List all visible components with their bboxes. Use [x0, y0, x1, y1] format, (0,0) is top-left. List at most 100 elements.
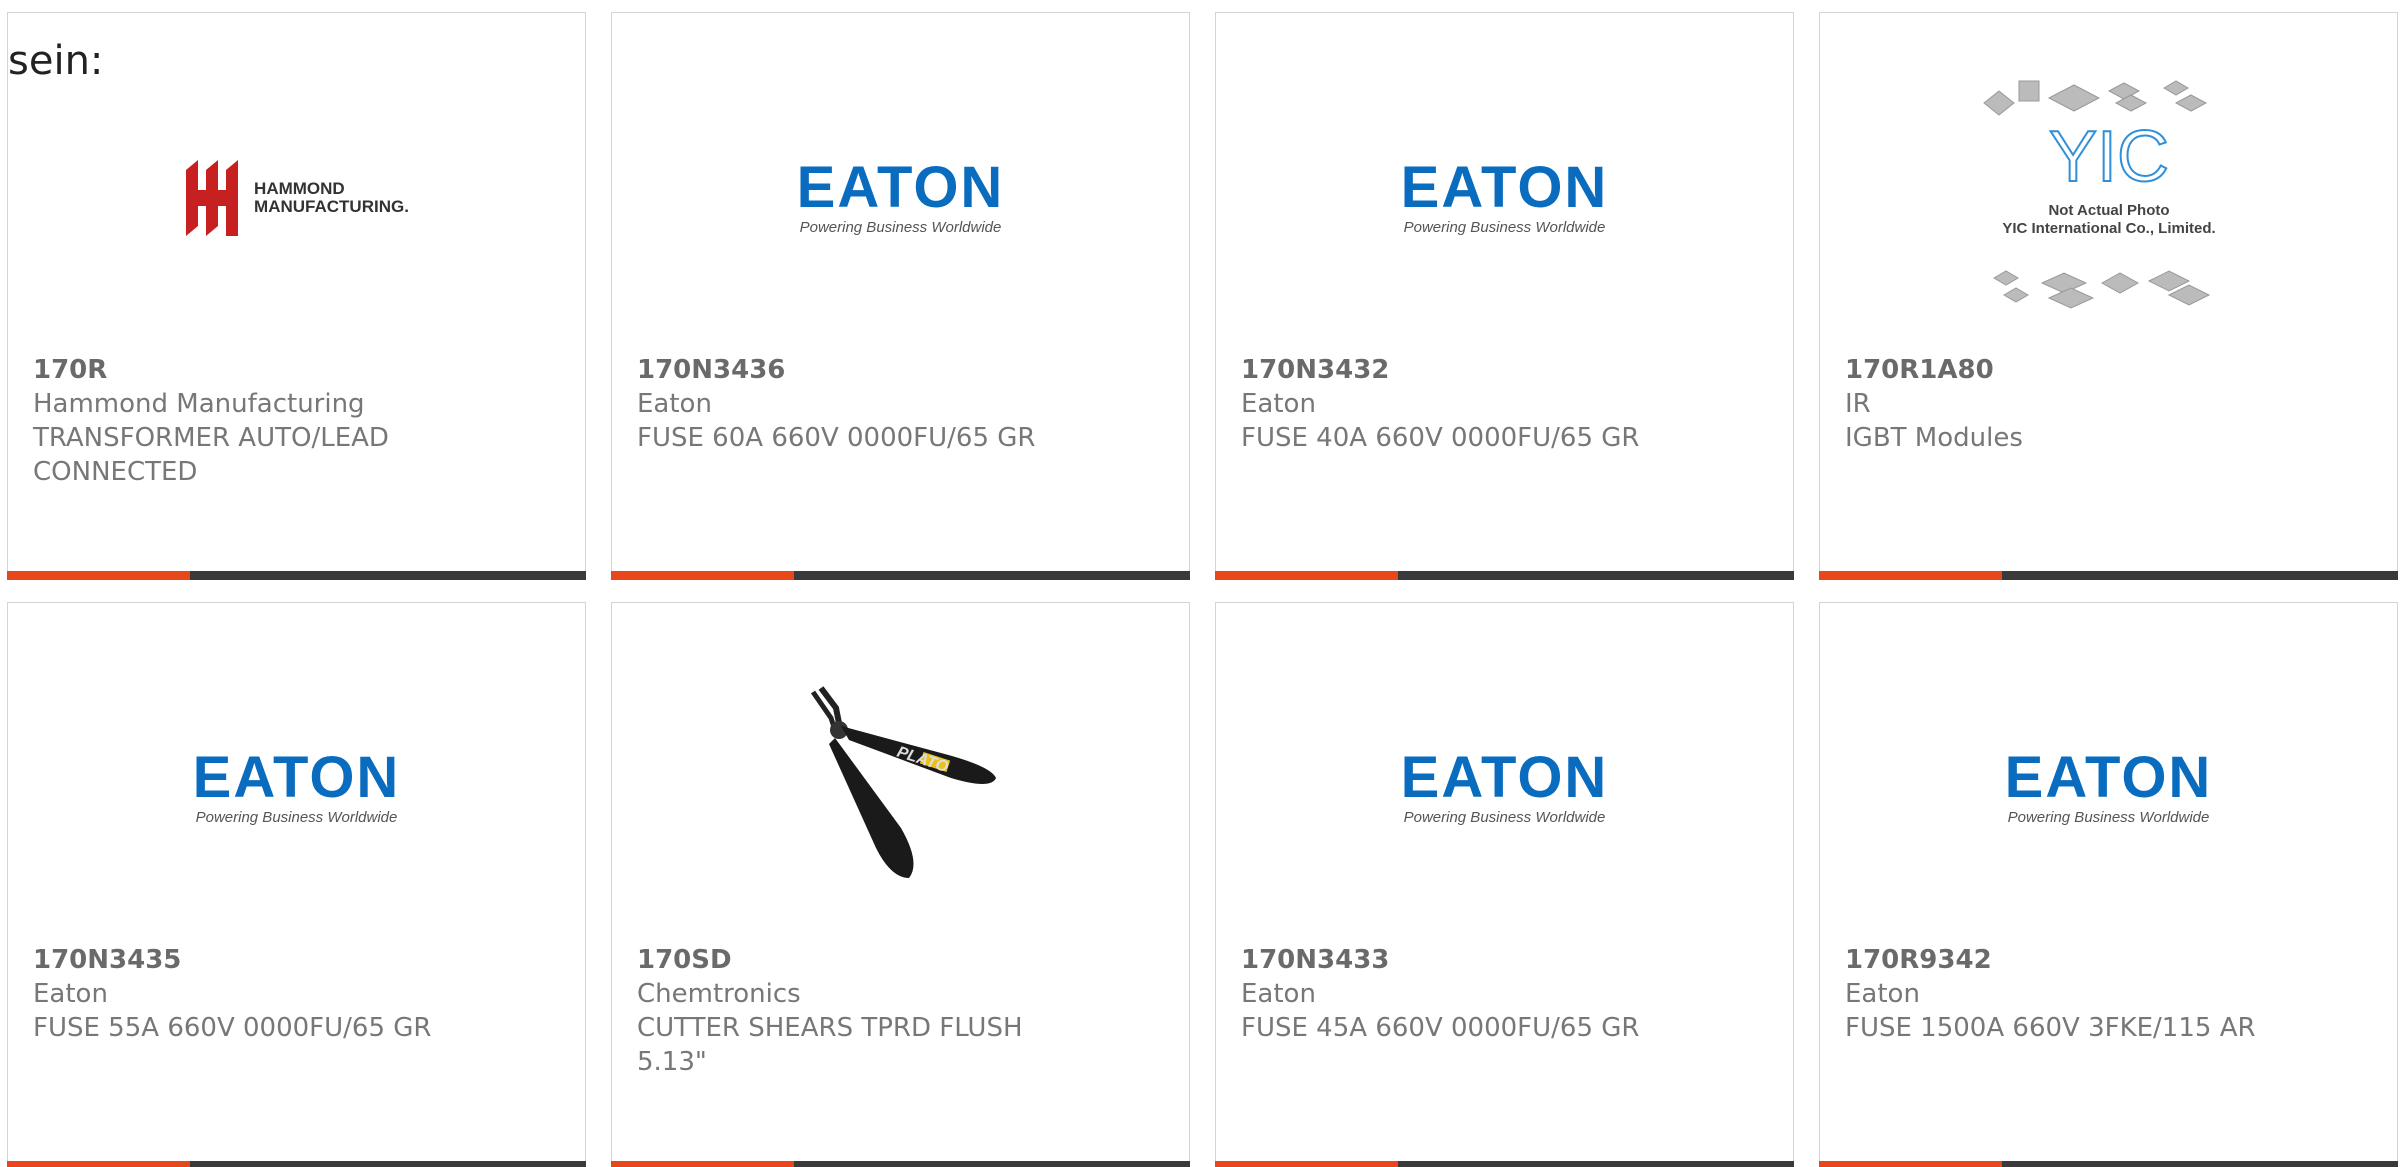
hammond-line2: MANUFACTURING. — [254, 197, 409, 216]
product-card[interactable]: YIC Not Actual Photo YIC International C… — [1819, 12, 2398, 580]
description: FUSE 1500A 660V 3FKE/115 AR — [1845, 1013, 2256, 1043]
description: CUTTER SHEARS TPRD FLUSH 5.13" — [637, 1013, 1023, 1077]
eaton-wordmark: EATON — [2004, 745, 2213, 810]
product-info: 170R9342 Eaton FUSE 1500A 660V 3FKE/115 … — [1845, 943, 2265, 1045]
manufacturer: Eaton — [1845, 979, 1920, 1009]
cutter-shears-image: PLATO — [810, 686, 996, 878]
product-card[interactable]: EATON Powering Business Worldwide 170N34… — [611, 12, 1190, 580]
product-card[interactable]: EATON Powering Business Worldwide 170N34… — [1215, 602, 1794, 1167]
part-number[interactable]: 170N3436 — [637, 353, 1057, 387]
manufacturer: IR — [1845, 389, 1871, 419]
card-bottom-bar — [611, 1161, 1190, 1167]
eaton-tagline: Powering Business Worldwide — [2007, 809, 2210, 826]
part-number[interactable]: 170SD — [637, 943, 1057, 977]
yic-line1: Not Actual Photo — [2048, 202, 2169, 219]
description: TRANSFORMER AUTO/LEAD CONNECTED — [33, 423, 389, 487]
eaton-tagline: Powering Business Worldwide — [1403, 219, 1606, 236]
product-info: 170R1A80 IR IGBT Modules — [1845, 353, 2265, 455]
eaton-logo: EATON Powering Business Worldwide — [1400, 159, 1610, 237]
chip-icon — [2100, 272, 2139, 294]
chip-icon — [2047, 84, 2100, 112]
product-image[interactable]: EATON Powering Business Worldwide — [8, 663, 585, 913]
part-number[interactable]: 170N3435 — [33, 943, 453, 977]
product-card[interactable]: EATON Powering Business Worldwide 170N34… — [1215, 12, 1794, 580]
yic-placeholder-image: YIC Not Actual Photo YIC International C… — [1982, 80, 2215, 309]
card-accent-bar — [611, 571, 794, 580]
eaton-wordmark: EATON — [192, 745, 401, 810]
card-accent-bar — [7, 1161, 190, 1167]
product-image[interactable]: YIC Not Actual Photo YIC International C… — [1820, 73, 2397, 323]
card-bottom-bar — [7, 571, 586, 580]
description: FUSE 55A 660V 0000FU/65 GR — [33, 1013, 432, 1043]
chip-icon — [2002, 287, 2029, 303]
card-accent-bar — [7, 571, 190, 580]
product-card[interactable]: EATON Powering Business Worldwide 170N34… — [7, 602, 586, 1167]
eaton-wordmark: EATON — [1400, 155, 1609, 220]
eaton-tagline: Powering Business Worldwide — [195, 809, 398, 826]
card-bottom-bar — [7, 1161, 586, 1167]
product-info: 170N3432 Eaton FUSE 40A 660V 0000FU/65 G… — [1241, 353, 1661, 455]
manufacturer: Eaton — [1241, 979, 1316, 1009]
card-accent-bar — [1215, 571, 1398, 580]
card-accent-bar — [611, 1161, 794, 1167]
manufacturer: Eaton — [1241, 389, 1316, 419]
part-number[interactable]: 170R1A80 — [1845, 353, 2265, 387]
manufacturer: Chemtronics — [637, 979, 801, 1009]
cutter-shears-icon — [810, 686, 996, 878]
chip-icon — [1992, 270, 2019, 286]
yic-line2: YIC International Co., Limited. — [2002, 220, 2215, 237]
card-accent-bar — [1819, 1161, 2002, 1167]
product-image[interactable]: EATON Powering Business Worldwide — [1820, 663, 2397, 913]
card-accent-bar — [1819, 571, 2002, 580]
product-image[interactable]: EATON Powering Business Worldwide — [612, 73, 1189, 323]
eaton-tagline: Powering Business Worldwide — [799, 219, 1002, 236]
hammond-line1: HAMMOND — [254, 179, 345, 198]
hammond-logo: HAMMOND MANUFACTURING. — [184, 160, 409, 236]
manufacturer: Eaton — [637, 389, 712, 419]
description: FUSE 40A 660V 0000FU/65 GR — [1241, 423, 1640, 453]
product-info: 170N3435 Eaton FUSE 55A 660V 0000FU/65 G… — [33, 943, 453, 1045]
card-bottom-bar — [1819, 1161, 2398, 1167]
product-info: 170R Hammond Manufacturing TRANSFORMER A… — [33, 353, 453, 489]
chip-icon — [1982, 90, 2015, 116]
part-number[interactable]: 170N3432 — [1241, 353, 1661, 387]
product-info: 170N3433 Eaton FUSE 45A 660V 0000FU/65 G… — [1241, 943, 1661, 1045]
part-number[interactable]: 170R9342 — [1845, 943, 2265, 977]
eaton-wordmark: EATON — [796, 155, 1005, 220]
manufacturer: Eaton — [33, 979, 108, 1009]
product-image[interactable]: HAMMOND MANUFACTURING. — [8, 73, 585, 323]
yic-mark: YIC — [2048, 117, 2168, 197]
product-image[interactable]: EATON Powering Business Worldwide — [1216, 663, 1793, 913]
product-card[interactable]: EATON Powering Business Worldwide 170R93… — [1819, 602, 2398, 1167]
card-bottom-bar — [1215, 571, 1794, 580]
chip-icon — [2162, 80, 2189, 96]
eaton-logo: EATON Powering Business Worldwide — [1400, 749, 1610, 827]
card-accent-bar — [1215, 1161, 1398, 1167]
intro-text: sein: — [8, 38, 104, 84]
product-grid: HAMMOND MANUFACTURING. 170R Hammond Manu… — [7, 12, 2400, 1167]
manufacturer: Hammond Manufacturing — [33, 389, 365, 419]
chip-icon — [2174, 94, 2207, 112]
chip-icon — [2047, 287, 2094, 309]
product-grid-page: sein: HAMMOND MANUFACTURING. 170R Hammon… — [0, 0, 2400, 1167]
description: IGBT Modules — [1845, 423, 2023, 453]
eaton-logo: EATON Powering Business Worldwide — [192, 749, 402, 827]
product-image[interactable]: EATON Powering Business Worldwide — [1216, 73, 1793, 323]
product-card[interactable]: HAMMOND MANUFACTURING. 170R Hammond Manu… — [7, 12, 586, 580]
chip-icon — [2018, 80, 2039, 102]
eaton-wordmark: EATON — [1400, 745, 1609, 810]
product-image[interactable]: PLATO — [612, 663, 1189, 913]
hammond-mark-icon — [186, 160, 239, 236]
product-info: 170SD Chemtronics CUTTER SHEARS TPRD FLU… — [637, 943, 1057, 1079]
part-number[interactable]: 170N3433 — [1241, 943, 1661, 977]
chip-icon — [2040, 272, 2087, 294]
eaton-logo: EATON Powering Business Worldwide — [2004, 749, 2214, 827]
product-card[interactable]: PLATO 170SD Chemtronics CUTTER SHEARS TP… — [611, 602, 1190, 1167]
description: FUSE 60A 660V 0000FU/65 GR — [637, 423, 1036, 453]
eaton-logo: EATON Powering Business Worldwide — [796, 159, 1006, 237]
card-bottom-bar — [1819, 571, 2398, 580]
description: FUSE 45A 660V 0000FU/65 GR — [1241, 1013, 1640, 1043]
eaton-tagline: Powering Business Worldwide — [1403, 809, 1606, 826]
part-number[interactable]: 170R — [33, 353, 453, 387]
card-bottom-bar — [1215, 1161, 1794, 1167]
